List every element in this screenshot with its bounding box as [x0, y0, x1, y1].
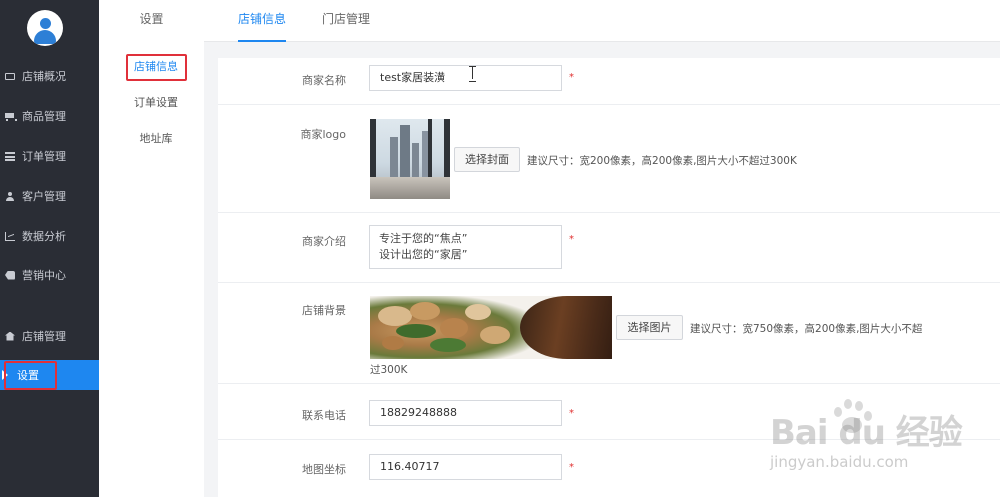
- cart-icon: [5, 112, 17, 121]
- sidebar-item-label: 店铺概况: [22, 70, 66, 83]
- background-label: 店铺背景: [302, 304, 346, 317]
- sidebar-item-customers[interactable]: 客户管理: [0, 181, 99, 211]
- tab-shop-info[interactable]: 店铺信息: [238, 0, 287, 42]
- avatar-head: [40, 18, 51, 29]
- intro-line: 专注于您的“焦点”: [379, 232, 468, 245]
- tag-icon: [5, 270, 15, 280]
- required-mark: *: [569, 408, 574, 419]
- sidebar-item-label: 订单管理: [22, 150, 66, 163]
- sidebar-item-products[interactable]: 商品管理: [0, 101, 99, 131]
- intro-textarea[interactable]: 专注于您的“焦点” 设计出您的“家居”: [369, 225, 562, 269]
- sidebar-item-marketing[interactable]: 营销中心: [0, 260, 99, 290]
- phone-label: 联系电话: [302, 409, 346, 422]
- text-cursor-icon: [469, 66, 476, 82]
- sidebar-item-overview[interactable]: 店铺概况: [0, 61, 99, 91]
- sidebar-item-label: 店铺管理: [22, 330, 66, 343]
- main-sidebar: 店铺概况 商品管理 订单管理 客户管理 数据分析 营销中心 店铺管理 设置: [0, 0, 99, 497]
- phone-input[interactable]: 18829248888: [369, 400, 562, 426]
- watermark-brand: Bai du 经验: [770, 413, 963, 453]
- required-mark: *: [569, 234, 574, 245]
- required-mark: *: [569, 462, 574, 473]
- logo-label: 商家logo: [300, 128, 347, 141]
- list-icon: [5, 151, 15, 161]
- background-size-hint: 建议尺寸：宽750像素，高200像素,图片大小不超: [690, 323, 923, 335]
- intro-label: 商家介绍: [302, 235, 346, 248]
- choose-cover-button[interactable]: 选择封面: [454, 147, 520, 172]
- sidebar-item-analytics[interactable]: 数据分析: [0, 221, 99, 251]
- avatar-body: [34, 30, 56, 44]
- background-size-hint-cont: 过300K: [370, 364, 408, 376]
- shop-name-input[interactable]: test家居装潢: [369, 65, 562, 91]
- logo-image: [370, 119, 450, 199]
- required-mark: *: [569, 72, 574, 83]
- coords-input[interactable]: 116.40717: [369, 454, 562, 480]
- submenu-item-order-settings[interactable]: 订单设置: [121, 91, 191, 115]
- row-divider: [218, 104, 1000, 105]
- row-divider: [218, 282, 1000, 283]
- sidebar-item-label: 客户管理: [22, 190, 66, 203]
- row-divider: [218, 212, 1000, 213]
- intro-line: 设计出您的“家居”: [379, 248, 468, 261]
- tab-store-management[interactable]: 门店管理: [322, 0, 370, 42]
- logo-size-hint: 建议尺寸：宽200像素，高200像素,图片大小不超过300K: [527, 155, 797, 167]
- sidebar-item-orders[interactable]: 订单管理: [0, 141, 99, 171]
- submenu-item-address-book[interactable]: 地址库: [121, 127, 191, 151]
- highlight-box: [4, 361, 57, 390]
- sidebar-item-label: 营销中心: [22, 269, 66, 282]
- background-image: [370, 296, 612, 359]
- shop-name-label: 商家名称: [302, 74, 346, 87]
- tab-bar: 店铺信息 门店管理: [204, 0, 1000, 42]
- avatar[interactable]: [27, 10, 63, 46]
- sidebar-item-label: 数据分析: [22, 230, 66, 243]
- settings-submenu: 设置 店铺信息 订单设置 地址库: [99, 0, 204, 497]
- monitor-icon: [5, 72, 15, 80]
- user-icon: [5, 191, 15, 201]
- sidebar-item-store[interactable]: 店铺管理: [0, 321, 99, 351]
- row-divider: [218, 383, 1000, 384]
- home-icon: [5, 331, 15, 341]
- sidebar-item-label: 商品管理: [22, 110, 66, 123]
- watermark-url: jingyan.baidu.com: [770, 453, 909, 471]
- highlight-box: [126, 54, 187, 81]
- submenu-title: 设置: [139, 12, 164, 26]
- coords-label: 地图坐标: [302, 463, 346, 476]
- chart-icon: [5, 231, 15, 241]
- choose-image-button[interactable]: 选择图片: [616, 315, 683, 340]
- baidu-watermark: Bai du 经验 jingyan.baidu.com: [770, 399, 1000, 497]
